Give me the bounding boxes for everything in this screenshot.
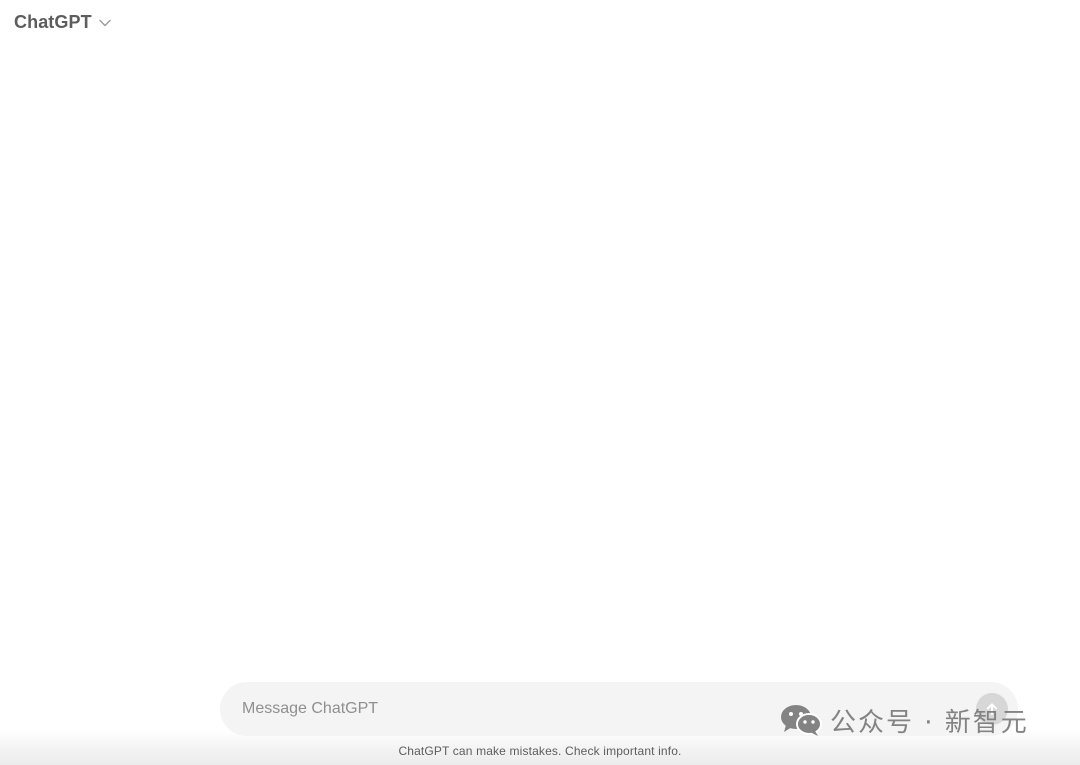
arrow-up-icon — [984, 701, 1000, 717]
message-input[interactable] — [242, 682, 942, 736]
top-bar: ChatGPT — [0, 0, 1080, 44]
disclaimer-text: ChatGPT can make mistakes. Check importa… — [398, 744, 682, 758]
conversation-area — [0, 44, 1080, 674]
model-switcher-button[interactable]: ChatGPT — [8, 6, 118, 38]
model-name: ChatGPT — [14, 11, 92, 32]
send-button[interactable] — [976, 693, 1008, 725]
chevron-down-icon — [98, 16, 112, 30]
message-composer — [220, 682, 1018, 736]
chatgpt-app: ChatGPT ChatGPT can make mistakes. Check… — [0, 0, 1080, 765]
